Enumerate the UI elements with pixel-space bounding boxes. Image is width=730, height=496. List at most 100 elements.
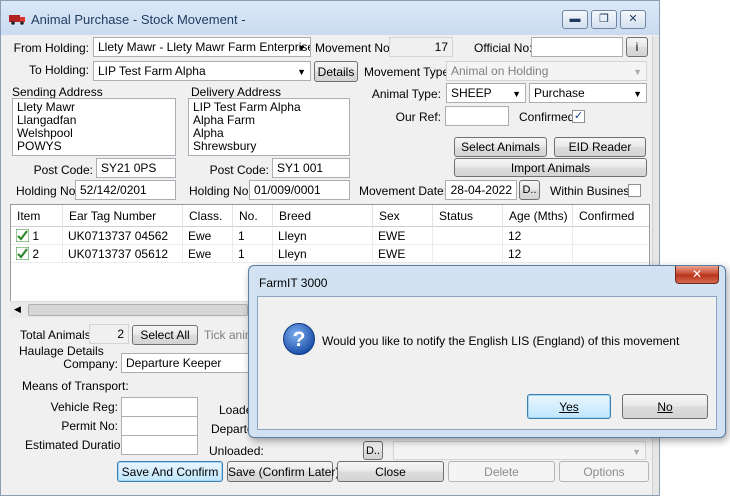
sending-address-box[interactable]: Llety Mawr Llangadfan Welshpool POWYS: [12, 98, 176, 156]
truck-icon: [9, 15, 25, 25]
deliv-postcode-label: Post Code:: [209, 163, 269, 177]
send-holding-label: Holding No:: [16, 184, 79, 198]
grid-cell-item: 2: [11, 245, 63, 263]
grid-cell-status: [433, 227, 503, 245]
send-postcode-field[interactable]: SY21 0PS: [96, 158, 176, 178]
column-header-breed[interactable]: Breed: [273, 205, 373, 227]
estimated-duration-field[interactable]: [121, 435, 198, 455]
movement-date-label: Movement Date:: [359, 184, 448, 198]
column-header-ear-tag[interactable]: Ear Tag Number: [63, 205, 183, 227]
dialog-close-button[interactable]: ✕: [675, 266, 719, 284]
close-icon: ✕: [628, 13, 638, 25]
movement-no-field: 17: [389, 37, 453, 57]
title-bar[interactable]: Animal Purchase - Stock Movement - ▬ ❐ ✕: [1, 1, 659, 35]
send-postcode-label: Post Code:: [33, 163, 93, 177]
official-no-field[interactable]: [531, 37, 623, 57]
select-animals-button[interactable]: Select Animals: [454, 137, 547, 157]
minimize-icon: ▬: [569, 13, 581, 25]
checkmark-icon: ✓: [573, 110, 584, 122]
grid-cell-sex: EWE: [373, 227, 433, 245]
maximize-button[interactable]: ❐: [591, 10, 617, 29]
vehicle-reg-field[interactable]: [121, 397, 198, 417]
animal-type-label: Animal Type:: [371, 87, 441, 101]
official-no-label: Official No:: [474, 41, 533, 55]
grid-cell-age: 12: [503, 245, 573, 263]
deliv-postcode-field[interactable]: SY1 001: [272, 158, 350, 178]
grid-cell-age: 12: [503, 227, 573, 245]
delivery-address-box[interactable]: LIP Test Farm Alpha Alpha Farm Alpha Shr…: [188, 98, 350, 156]
chevron-down-icon: ▼: [633, 89, 642, 99]
vehicle-reg-label: Vehicle Reg:: [50, 400, 118, 414]
purchase-type-combo[interactable]: Purchase ▼: [529, 83, 647, 103]
address-line: POWYS: [17, 139, 62, 153]
unloaded-date-picker-button[interactable]: D..: [363, 441, 383, 460]
grid-cell-confirmed: [573, 245, 649, 263]
details-button[interactable]: Details: [314, 61, 358, 82]
official-no-info-button[interactable]: i: [626, 37, 648, 57]
estimated-duration-label: Estimated Duration:: [25, 438, 131, 452]
grid-cell-no: 1: [233, 227, 273, 245]
window-title: Animal Purchase - Stock Movement -: [31, 12, 246, 27]
unloaded-label: Unloaded:: [209, 444, 264, 458]
grid-cell-no: 1: [233, 245, 273, 263]
save-and-confirm-button[interactable]: Save And Confirm: [117, 461, 223, 482]
options-button[interactable]: Options: [559, 461, 649, 482]
scroll-left-icon[interactable]: ◀: [14, 304, 21, 315]
our-ref-field[interactable]: [445, 106, 509, 126]
import-animals-button[interactable]: Import Animals: [454, 158, 647, 177]
movement-date-field[interactable]: 28-04-2022: [445, 180, 517, 200]
grid-cell-status: [433, 245, 503, 263]
movement-type-label: Movement Type:: [364, 65, 453, 79]
column-header-age[interactable]: Age (Mths): [503, 205, 573, 227]
movement-type-value: Animal on Holding: [451, 64, 549, 78]
sending-address-label: Sending Address: [12, 85, 103, 99]
send-holding-field[interactable]: 52/142/0201: [75, 180, 176, 200]
haulage-details-label: Haulage Details: [19, 344, 104, 358]
grid-cell-confirmed: [573, 227, 649, 245]
column-header-item[interactable]: Item: [11, 205, 63, 227]
within-business-label: Within Business: [550, 184, 636, 198]
movement-date-picker-button[interactable]: D..: [519, 180, 540, 200]
maximize-icon: ❐: [599, 13, 609, 25]
confirmed-checkbox[interactable]: ✓: [572, 110, 585, 123]
permit-no-label: Permit No:: [61, 419, 118, 433]
scrollbar-thumb[interactable]: [28, 304, 248, 316]
save-confirm-later-button[interactable]: Save (Confirm Later): [227, 461, 339, 482]
unloaded-extra-combo: ▼: [393, 441, 646, 460]
close-icon: ✕: [691, 267, 703, 281]
delete-button[interactable]: Delete: [448, 461, 555, 482]
select-all-button[interactable]: Select All: [132, 325, 198, 345]
permit-no-field[interactable]: [121, 416, 198, 436]
from-holding-label: From Holding:: [13, 41, 89, 55]
deliv-holding-field[interactable]: 01/009/0001: [249, 180, 350, 200]
close-window-button[interactable]: ✕: [620, 10, 646, 29]
our-ref-label: Our Ref:: [395, 110, 441, 124]
eid-reader-button[interactable]: EID Reader: [554, 137, 646, 157]
address-line: Shrewsbury: [193, 139, 257, 153]
means-of-transport-label: Means of Transport:: [22, 379, 129, 393]
close-button[interactable]: Close: [337, 461, 444, 482]
column-header-class[interactable]: Class.: [183, 205, 233, 227]
grid-horizontal-scrollbar[interactable]: ◀: [10, 301, 250, 318]
item-number: 2: [32, 247, 40, 261]
column-header-sex[interactable]: Sex: [373, 205, 433, 227]
yes-button[interactable]: Yes: [527, 394, 611, 419]
column-header-confirmed[interactable]: Confirmed: [573, 205, 649, 227]
company-field[interactable]: Departure Keeper: [121, 353, 249, 373]
minimize-button[interactable]: ▬: [562, 10, 588, 29]
company-label: Company:: [63, 357, 118, 371]
to-holding-combo[interactable]: LIP Test Farm Alpha ▼: [93, 61, 311, 81]
from-holding-combo[interactable]: Llety Mawr - Llety Mawr Farm Enterprises…: [93, 37, 311, 57]
grid-cell-class: Ewe: [183, 245, 233, 263]
green-tick-icon: [16, 229, 29, 242]
dialog-title: FarmIT 3000: [259, 276, 328, 290]
svg-text:?: ?: [293, 328, 306, 351]
animal-type-combo[interactable]: SHEEP ▼: [446, 83, 526, 103]
no-button[interactable]: No: [622, 394, 708, 419]
column-header-no[interactable]: No.: [233, 205, 273, 227]
grid-cell-sex: EWE: [373, 245, 433, 263]
from-holding-value: Llety Mawr - Llety Mawr Farm Enterprises: [98, 40, 311, 54]
within-business-checkbox[interactable]: [628, 184, 641, 197]
total-animals-field: 2: [89, 324, 129, 344]
column-header-status[interactable]: Status: [433, 205, 503, 227]
